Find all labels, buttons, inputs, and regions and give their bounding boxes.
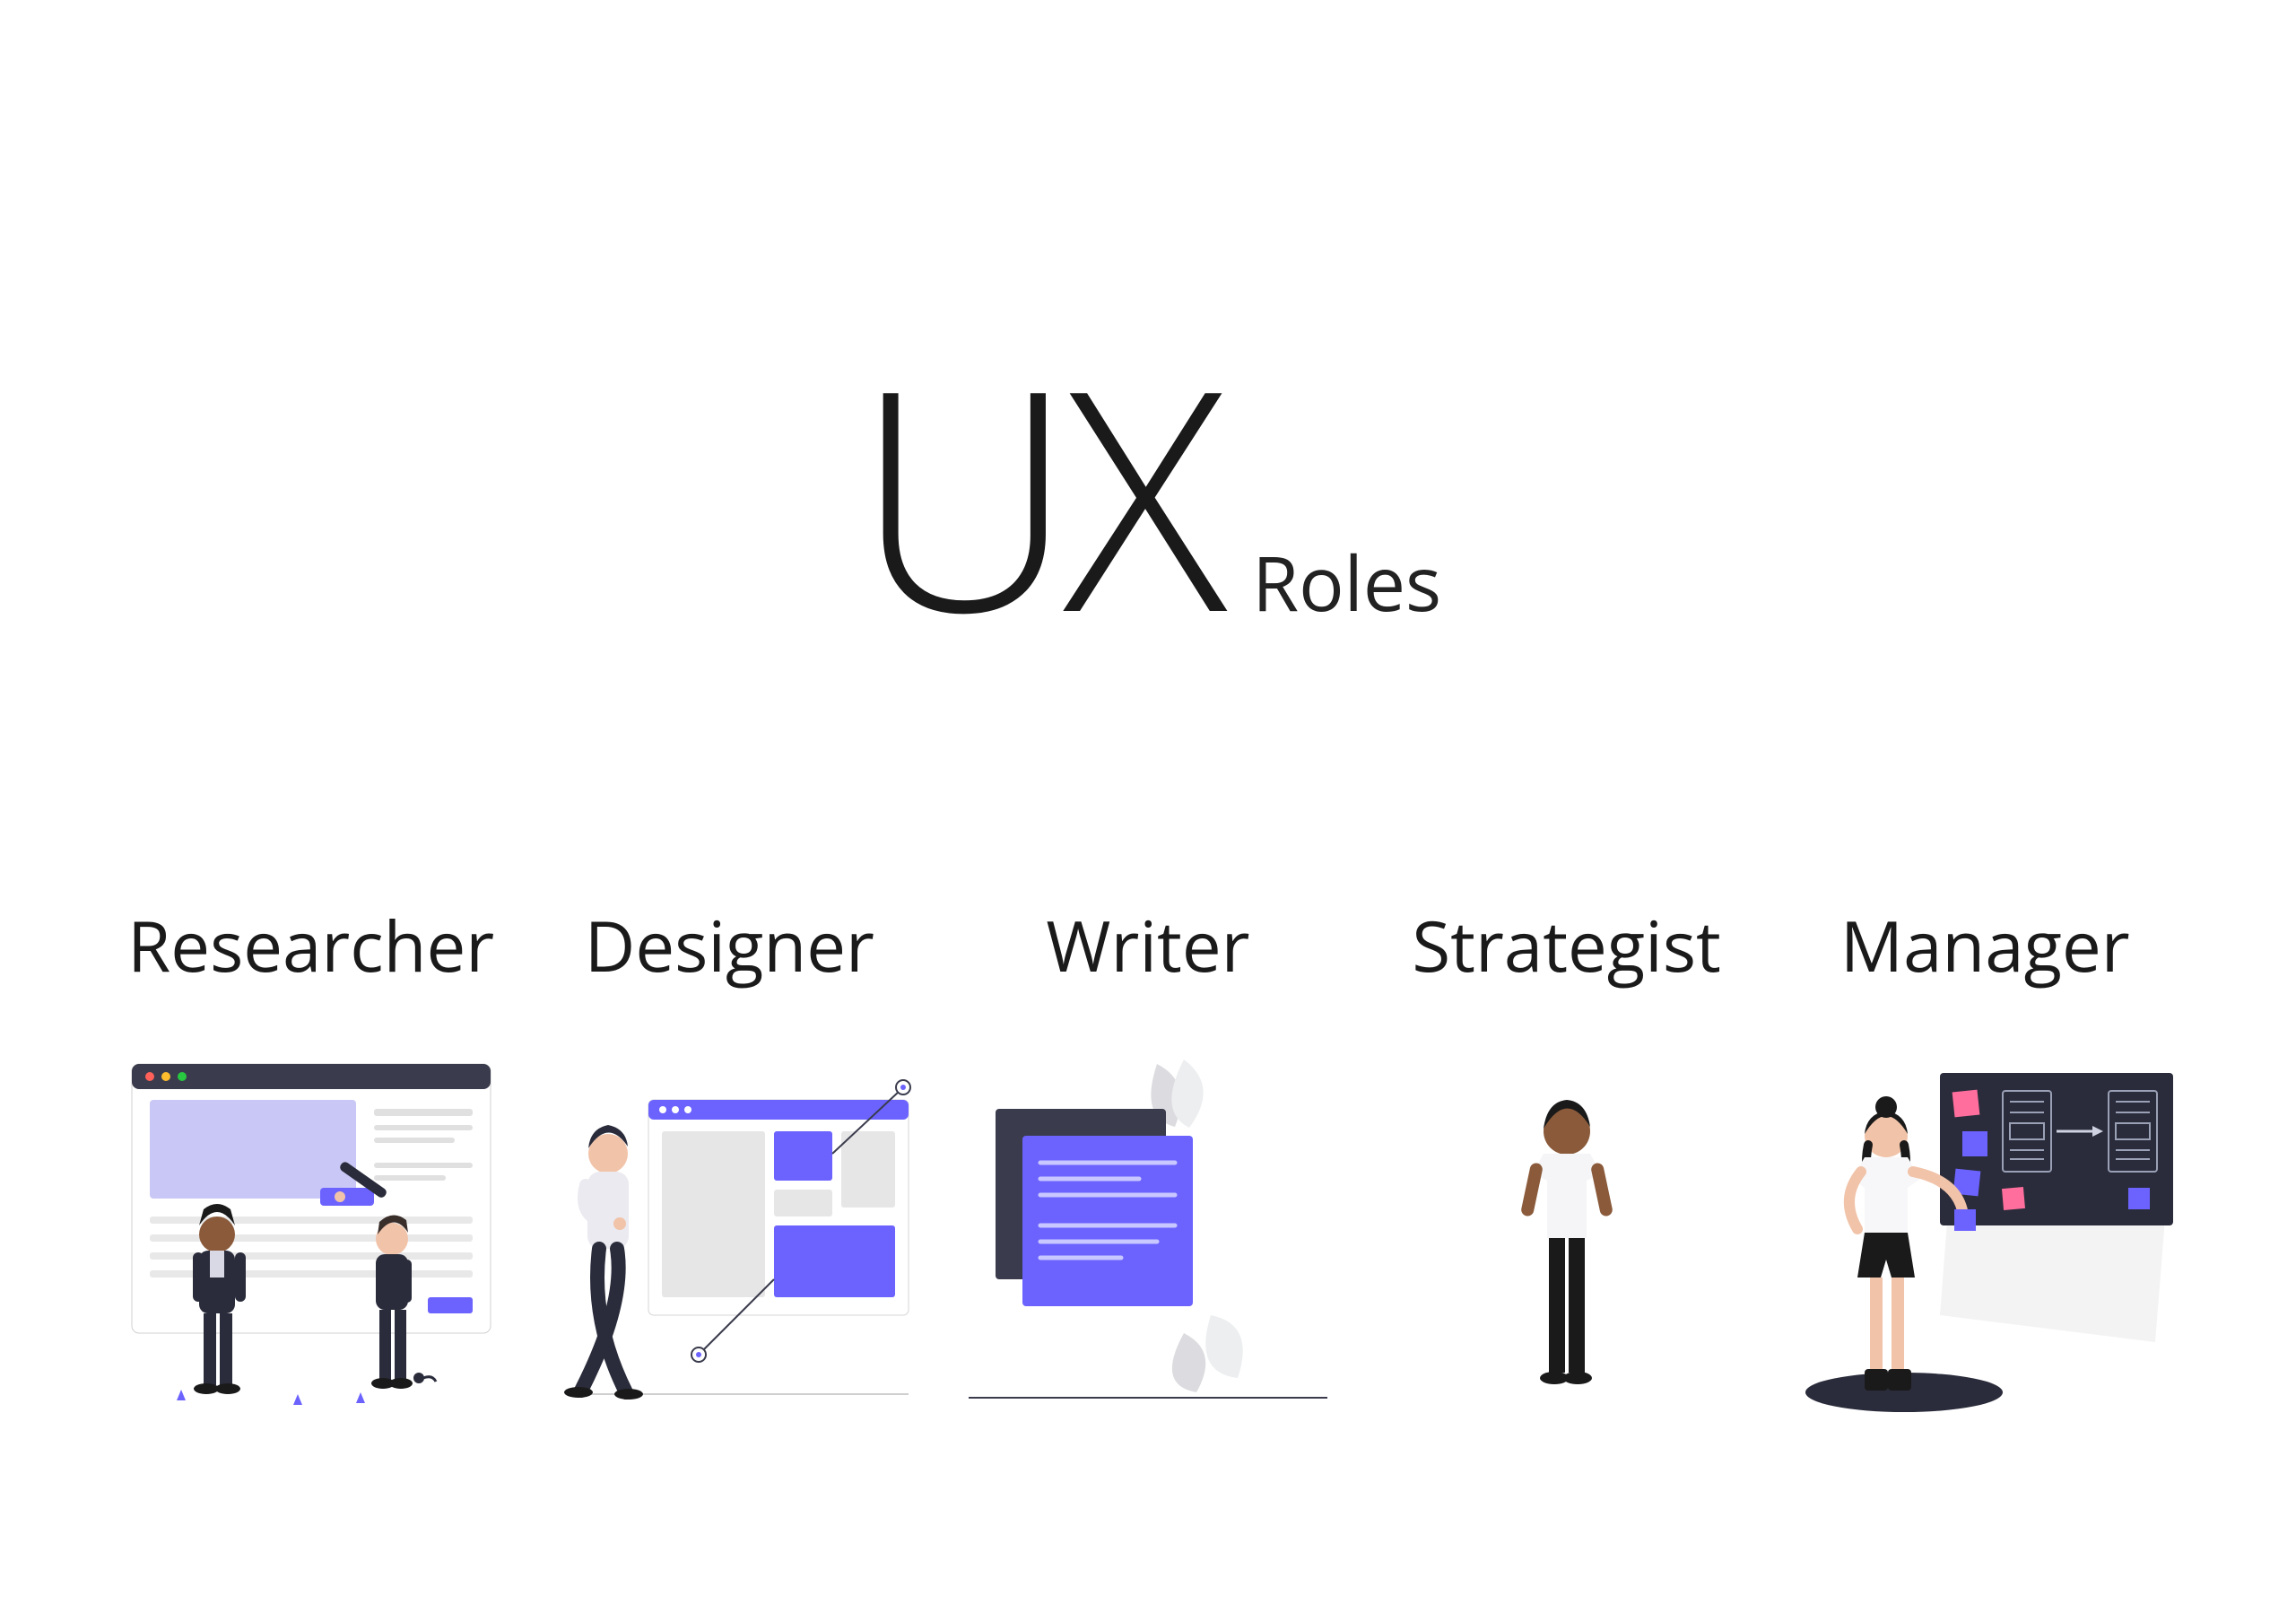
title-small: Roles bbox=[1252, 545, 1441, 620]
illustration-strategist bbox=[1370, 1046, 1764, 1423]
role-designer: Designer bbox=[532, 897, 926, 1423]
role-label-designer: Designer bbox=[585, 897, 874, 992]
role-writer: Writer bbox=[951, 897, 1345, 1423]
writer-illustration-svg bbox=[951, 1046, 1345, 1423]
role-strategist: Strategist bbox=[1370, 897, 1764, 1423]
strategist-illustration-svg bbox=[1370, 1046, 1764, 1423]
title-big: UX bbox=[855, 341, 1216, 646]
illustration-researcher bbox=[114, 1046, 509, 1423]
illustration-writer bbox=[951, 1046, 1345, 1423]
page-title: UX Roles bbox=[855, 341, 1441, 646]
role-researcher: Researcher bbox=[114, 897, 509, 1423]
role-label-writer: Writer bbox=[1046, 897, 1249, 992]
role-label-strategist: Strategist bbox=[1412, 897, 1720, 992]
roles-row: Researcher bbox=[0, 897, 2296, 1423]
manager-illustration-svg bbox=[1787, 1046, 2182, 1423]
role-label-manager: Manager bbox=[1840, 897, 2130, 992]
designer-illustration-svg bbox=[532, 1046, 926, 1423]
illustration-manager bbox=[1787, 1046, 2182, 1423]
researcher-illustration-svg bbox=[114, 1046, 509, 1423]
illustration-designer bbox=[532, 1046, 926, 1423]
role-label-researcher: Researcher bbox=[127, 897, 494, 992]
role-manager: Manager bbox=[1787, 897, 2182, 1423]
